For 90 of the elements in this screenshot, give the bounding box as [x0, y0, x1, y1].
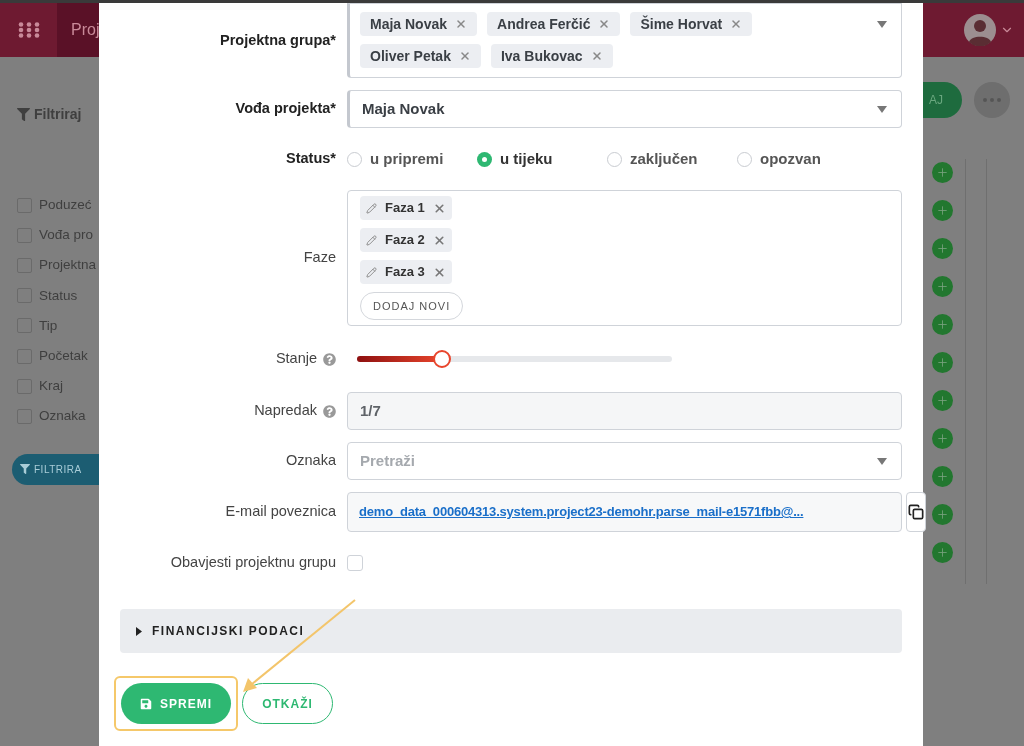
radio-option[interactable]: zaključen [607, 147, 737, 171]
field-label: E-mail poveznica [225, 502, 336, 522]
add-row-icon[interactable] [932, 390, 953, 411]
dropdown-caret-icon [877, 21, 887, 28]
filter-option[interactable]: Kraj [17, 371, 99, 402]
copy-icon [908, 504, 924, 520]
radio-button[interactable] [477, 151, 492, 167]
radio-button[interactable] [607, 151, 622, 167]
filter-option[interactable]: Oznaka [17, 401, 99, 432]
field-label: Stanje [275, 349, 317, 369]
phase-chip[interactable]: Faza 3 [360, 260, 452, 284]
save-icon [140, 697, 152, 710]
phase-chip[interactable]: Faza 1 [360, 196, 452, 220]
field-label: Status* [286, 149, 336, 169]
save-button[interactable]: SPREMI [121, 683, 231, 724]
progress-value: 1/7 [360, 400, 381, 421]
field-label: Napredak [254, 401, 317, 421]
filter-icon [20, 464, 30, 474]
field-label: Projektna grupa* [219, 30, 336, 50]
copy-button[interactable] [906, 492, 926, 532]
remove-icon[interactable] [455, 18, 468, 30]
more-options-button[interactable] [974, 82, 1010, 118]
filter-option[interactable]: Projektna [17, 250, 99, 281]
add-row-icon[interactable] [932, 162, 953, 183]
add-row-icon[interactable] [932, 504, 953, 525]
tag-label: Andrea Ferčić [497, 14, 591, 34]
slider-thumb[interactable] [433, 350, 452, 368]
add-row-icon[interactable] [932, 200, 953, 221]
remove-icon[interactable] [432, 201, 446, 215]
tag-label: Maja Novak [370, 14, 448, 34]
slider[interactable] [357, 350, 672, 368]
filter-option[interactable]: Poduzeć [17, 190, 99, 221]
add-row-icon[interactable] [932, 428, 953, 449]
add-row-icon[interactable] [932, 276, 953, 297]
checkbox[interactable] [347, 555, 363, 571]
phase-label: Faza 1 [385, 199, 425, 218]
add-row-icon[interactable] [932, 352, 953, 373]
phase-label: Faza 2 [385, 231, 425, 250]
email-link[interactable]: demo_data_000604313.system.project23-demohr.parse_mail-e1571fbb@... [359, 502, 804, 522]
radio-button[interactable] [347, 151, 362, 167]
filter-title: Filtriraj [34, 104, 82, 124]
filter-option[interactable]: Tip [17, 310, 99, 341]
edit-icon[interactable] [366, 266, 377, 278]
field-label: Oznaka [286, 451, 336, 471]
select-placeholder: Pretraži [360, 450, 416, 471]
apps-grid-icon[interactable] [17, 22, 40, 38]
filter-icon [17, 107, 30, 121]
radio-option[interactable]: opozvan [737, 147, 821, 171]
tag-label: Šime Horvat [640, 14, 723, 34]
add-row-icon[interactable] [932, 238, 953, 259]
select-value: Maja Novak [362, 98, 445, 119]
phase-label: Faza 3 [385, 263, 425, 282]
remove-icon[interactable] [730, 18, 743, 30]
field-label: Vođa projekta* [235, 99, 336, 119]
radio-button[interactable] [737, 151, 752, 167]
multi-select-field[interactable]: Maja Novak Andrea Ferčić Šime Horvat Oliver Petak Iva Bukovac [347, 3, 902, 78]
remove-icon[interactable] [458, 50, 471, 62]
radio-option[interactable]: u tijeku [477, 147, 607, 171]
filter-option[interactable]: Početak [17, 340, 99, 372]
cancel-button[interactable]: OTKAŽI [242, 683, 333, 724]
add-new-button[interactable]: DODAJ NOVI [360, 292, 464, 320]
expand-caret-icon [136, 626, 142, 636]
dropdown-caret-icon [877, 458, 887, 465]
phase-chip[interactable]: Faza 2 [360, 228, 452, 252]
dropdown-caret-icon [877, 106, 887, 113]
remove-icon[interactable] [598, 18, 611, 30]
filter-button[interactable]: FILTRIRA [12, 453, 99, 485]
app-title: Proj [71, 20, 99, 40]
edit-icon[interactable] [366, 202, 377, 214]
select-field[interactable]: Pretraži [347, 442, 902, 480]
filter-option[interactable]: Vođa pro [17, 220, 99, 251]
add-row-icon[interactable] [932, 542, 953, 563]
edit-icon[interactable] [366, 234, 377, 246]
remove-icon[interactable] [432, 265, 446, 279]
avatar-icon[interactable] [964, 14, 996, 46]
help-icon[interactable] [323, 404, 336, 418]
add-row-icon[interactable] [932, 314, 953, 335]
remove-icon[interactable] [432, 233, 446, 247]
field-label: Faze [303, 248, 336, 268]
add-button[interactable]: AJ [923, 82, 962, 118]
field-label: Obavjesti projektnu grupu [170, 553, 336, 573]
financial-data-accordion[interactable]: FINANCIJSKI PODACI [120, 609, 902, 653]
remove-icon[interactable] [590, 50, 603, 62]
select-field[interactable]: Maja Novak [347, 90, 902, 128]
radio-option[interactable]: u pripremi [347, 147, 477, 171]
add-row-icon[interactable] [932, 466, 953, 487]
filter-option[interactable]: Status [17, 280, 99, 311]
help-icon[interactable] [323, 352, 336, 366]
tag-label: Oliver Petak [370, 46, 451, 66]
tag-label: Iva Bukovac [500, 46, 583, 66]
